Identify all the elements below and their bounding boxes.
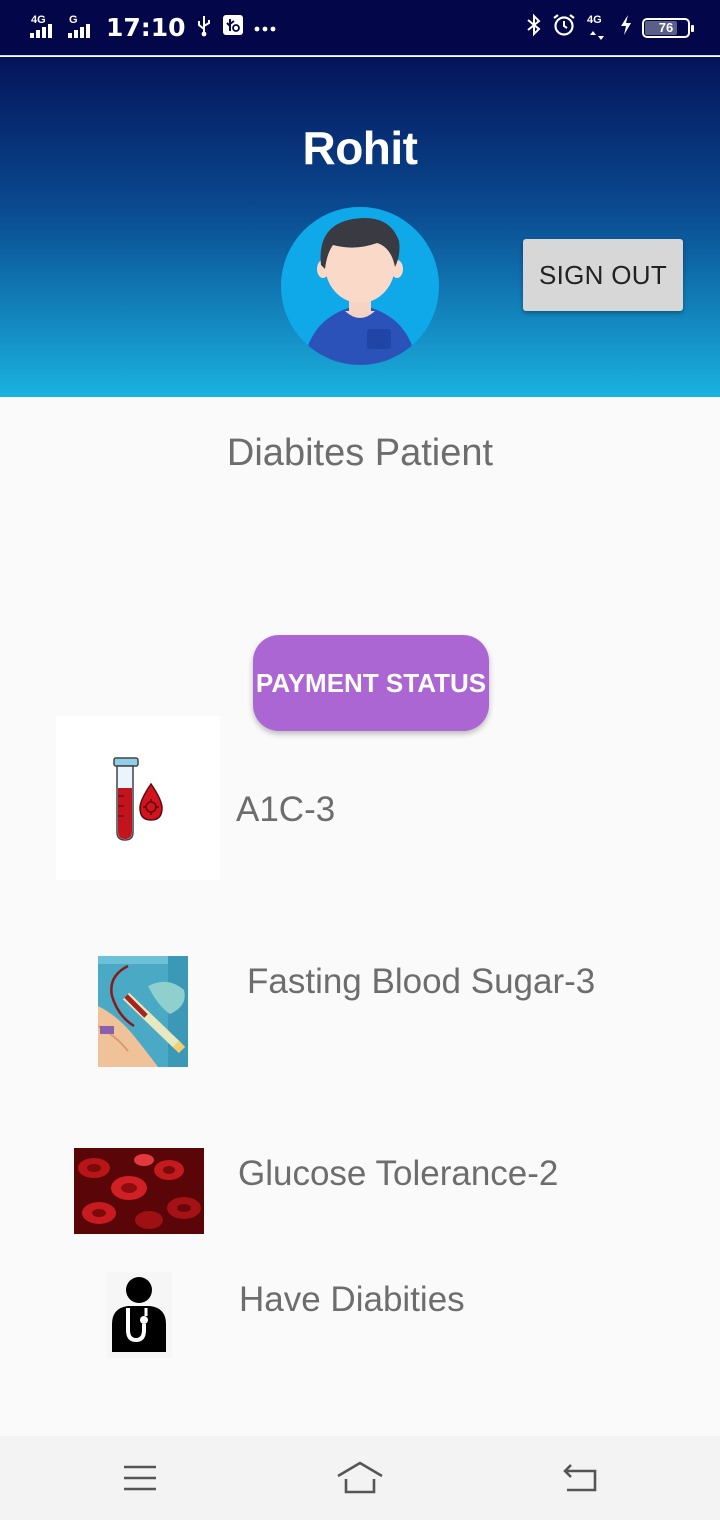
navigation-bar: [0, 1436, 720, 1520]
user-name: Rohit: [302, 122, 418, 174]
blood-cells-image[interactable]: [74, 1148, 204, 1234]
profile-header: Rohit SIGN OUT: [0, 57, 720, 397]
list-item-label: Glucose Tolerance-2: [238, 1154, 559, 1193]
sign-out-button[interactable]: SIGN OUT: [523, 239, 683, 311]
signal-g-icon: G: [68, 14, 96, 40]
list-item-label: A1C-3: [236, 790, 336, 829]
patient-role-text: Diabites Patient: [226, 432, 494, 474]
home-icon[interactable]: [332, 1454, 388, 1502]
list-item-label: Have Diabities: [239, 1280, 465, 1319]
payment-status-button[interactable]: PAYMENT STATUS: [253, 635, 489, 731]
usb-debug-icon: [222, 14, 244, 41]
status-bar-left: 4G G 17:10: [30, 13, 276, 42]
more-notifications-icon: [254, 19, 276, 37]
charging-icon: [620, 15, 632, 40]
battery-icon: 76: [642, 17, 694, 38]
avatar-icon: [281, 207, 439, 365]
blood-draw-image[interactable]: [98, 956, 188, 1067]
network-type-label: 4G: [587, 13, 602, 26]
back-icon[interactable]: [552, 1454, 608, 1502]
status-bar-right: 4G 76: [526, 13, 694, 42]
screen: 4G G 17:10 4G 76 Rohit SIGN OUT Diabites…: [0, 0, 720, 1520]
signal-4g-icon: 4G: [30, 14, 58, 40]
battery-level: 76: [658, 20, 674, 35]
alarm-icon: [552, 13, 576, 42]
bluetooth-icon: [526, 13, 542, 42]
clock-time: 17:10: [106, 13, 186, 42]
doctor-icon[interactable]: [106, 1272, 172, 1358]
menu-icon[interactable]: [112, 1454, 168, 1502]
status-bar: 4G G 17:10 4G 76: [0, 0, 720, 56]
usb-icon: [196, 15, 212, 41]
avatar: [281, 207, 439, 365]
data-4g-icon: 4G: [586, 13, 610, 40]
test-tube-blood-icon[interactable]: [56, 716, 220, 880]
list-item-label: Fasting Blood Sugar-3: [247, 962, 596, 1001]
